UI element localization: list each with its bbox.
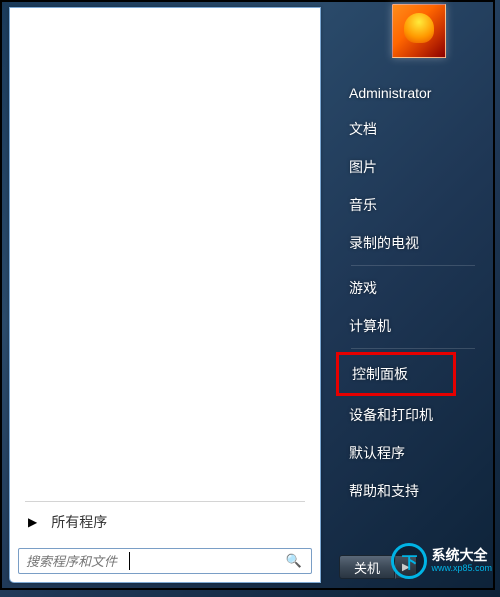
watermark-url: www.xp85.com (431, 564, 492, 574)
watermark-name: 系统大全 (431, 548, 492, 563)
all-programs-button[interactable]: ▶ 所有程序 (10, 502, 320, 542)
computer-item[interactable]: 计算机 (339, 307, 493, 345)
start-menu: ▶ 所有程序 🔍 Administrator 文档 图片 音乐 录制的电视 游戏… (0, 0, 495, 590)
control-panel-item[interactable]: 控制面板 (336, 352, 456, 396)
help-support-item[interactable]: 帮助和支持 (339, 472, 493, 510)
separator (351, 348, 475, 349)
devices-printers-item[interactable]: 设备和打印机 (339, 396, 493, 434)
pictures-item[interactable]: 图片 (339, 148, 493, 186)
separator (351, 265, 475, 266)
shutdown-button[interactable]: 关机 (339, 555, 395, 579)
documents-item[interactable]: 文档 (339, 110, 493, 148)
games-item[interactable]: 游戏 (339, 269, 493, 307)
watermark-text: 系统大全 www.xp85.com (431, 548, 492, 573)
user-avatar[interactable] (392, 4, 446, 58)
right-panel: Administrator 文档 图片 音乐 录制的电视 游戏 计算机 控制面板… (321, 2, 493, 588)
music-item[interactable]: 音乐 (339, 186, 493, 224)
watermark-logo-icon: 下 (391, 543, 427, 579)
recorded-tv-item[interactable]: 录制的电视 (339, 224, 493, 262)
search-input[interactable] (24, 552, 282, 571)
left-panel: ▶ 所有程序 🔍 (9, 7, 321, 583)
account-name-item[interactable]: Administrator (339, 76, 493, 110)
all-programs-label: 所有程序 (51, 512, 107, 532)
right-menu-list: Administrator 文档 图片 音乐 录制的电视 游戏 计算机 控制面板… (321, 66, 493, 510)
default-programs-item[interactable]: 默认程序 (339, 434, 493, 472)
text-cursor (129, 552, 130, 570)
watermark: 下 系统大全 www.xp85.com (391, 543, 492, 579)
search-box[interactable]: 🔍 (18, 548, 312, 574)
arrow-right-icon: ▶ (28, 515, 37, 529)
search-icon: 🔍 (282, 553, 306, 569)
recent-programs-list (13, 11, 317, 498)
